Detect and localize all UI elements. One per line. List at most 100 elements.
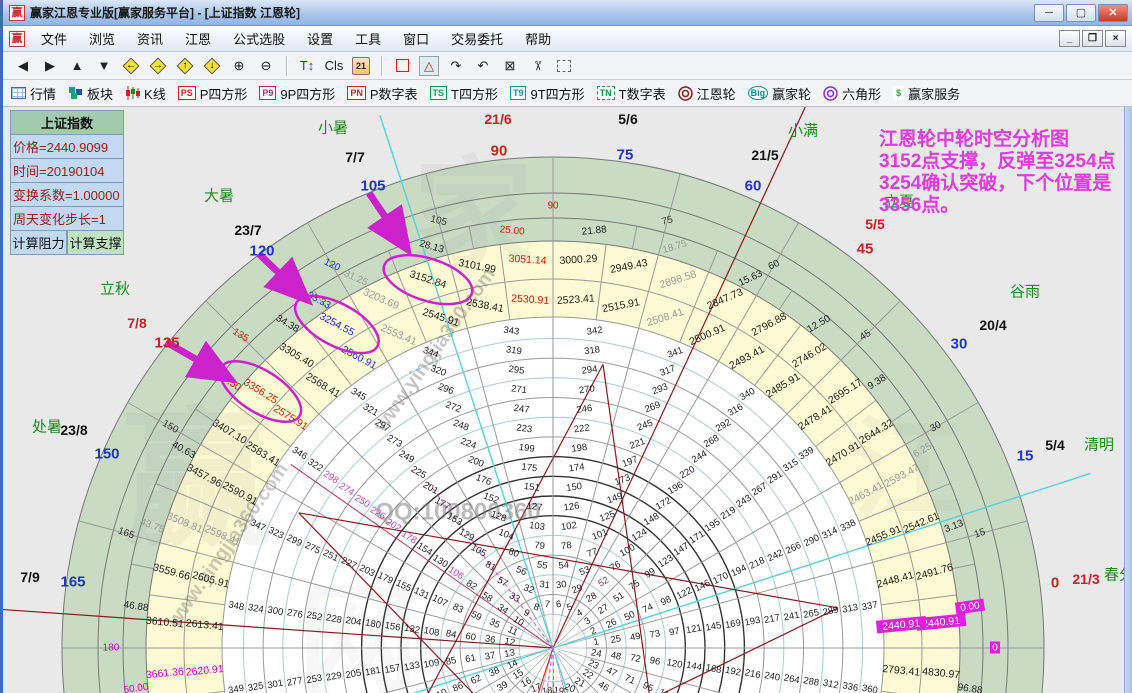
- app-window: 赢 赢家江恩专业版[赢家服务平台] - [上证指数 江恩轮] ─ ▢ ✕ 赢 文…: [0, 0, 1132, 693]
- calc-resistance-button[interactable]: 计算阻力: [10, 231, 67, 255]
- triangle-tool-icon: △: [424, 58, 434, 74]
- 9t-sifangxing-button[interactable]: T99T四方形: [510, 84, 585, 103]
- gann-toolbar: 行情 板块 K线 PS P四方形 P99P四方形 PNP数字表 TST四方形 T99T四方形 TN…: [3, 80, 1132, 107]
- spiral-number: 222: [573, 422, 590, 435]
- p-shuzibiao-button[interactable]: PNP数字表: [347, 84, 417, 103]
- date-label: 5/4: [1045, 437, 1065, 453]
- arc-cw-button[interactable]: ↷: [446, 56, 466, 76]
- calendar-21-button[interactable]: 21: [351, 56, 371, 76]
- spiral-number: 175: [521, 461, 538, 474]
- yingjiafuwu-button[interactable]: $赢家服务: [893, 84, 960, 103]
- spiral-number: 151: [523, 481, 540, 494]
- spiral-number: 198: [571, 442, 588, 455]
- zoom-in-button[interactable]: ⊕: [229, 56, 249, 76]
- date-label: 21/3: [1072, 571, 1099, 587]
- menu-窗口[interactable]: 窗口: [392, 25, 440, 52]
- 9p-sifangxing-icon: P9: [259, 86, 276, 100]
- menu-资讯[interactable]: 资讯: [126, 25, 174, 52]
- nav-back-button[interactable]: ◀: [13, 56, 33, 76]
- menu-交易委托[interactable]: 交易委托: [440, 25, 514, 52]
- main-toolbar: ◀ ▶ ▲ ▼ ← → ↑ ↓ ⊕ ⊖ T↕ Cls 21 △ ↷ ↶ ⊠ ✂: [3, 52, 1132, 80]
- spiral-number: 270: [578, 383, 595, 396]
- 9t-sifangxing-label: 9T四方形: [530, 84, 584, 103]
- p-sifangxing-button[interactable]: PS P四方形: [178, 84, 248, 103]
- solar-term-label: 立秋: [100, 281, 130, 298]
- nav-up-icon: ▲: [71, 58, 84, 73]
- annotation-line: 3152点支撑，反弹至3254点: [879, 151, 1132, 173]
- crosshair-button[interactable]: ✂: [527, 56, 547, 76]
- diamond-down-button[interactable]: ↓: [202, 56, 222, 76]
- zoom-out-button[interactable]: ⊖: [256, 56, 276, 76]
- spiral-number: 342: [586, 325, 603, 338]
- close-button[interactable]: ✕: [1098, 4, 1128, 22]
- analysis-annotation: 江恩轮中轮时空分析图3152点支撑，反弹至3254点3254确认突破，下个位置是…: [879, 129, 1132, 217]
- maximize-button[interactable]: ▢: [1066, 4, 1096, 22]
- menu-logo-icon: 赢: [9, 31, 25, 47]
- panel-row: 价格=2440.9099: [10, 135, 124, 159]
- nav-up-button[interactable]: ▲: [67, 56, 87, 76]
- diamond-right-button[interactable]: →: [148, 56, 168, 76]
- menu-文件[interactable]: 文件: [30, 25, 78, 52]
- nav-forward-button[interactable]: ▶: [40, 56, 60, 76]
- bankuai-button[interactable]: 板块: [68, 84, 113, 103]
- degree-label: 0: [1051, 575, 1059, 592]
- 9p-sifangxing-button[interactable]: P99P四方形: [259, 84, 335, 103]
- hangqing-button[interactable]: 行情: [11, 84, 56, 103]
- nav-down-button[interactable]: ▼: [94, 56, 114, 76]
- calc-support-button[interactable]: 计算支撑: [67, 231, 124, 255]
- mdi-close-button[interactable]: ×: [1105, 30, 1126, 47]
- menu-浏览[interactable]: 浏览: [78, 25, 126, 52]
- zoom-in-icon: ⊕: [234, 58, 245, 74]
- spiral-number: 55: [536, 559, 548, 571]
- p-sifangxing-icon: PS: [178, 86, 196, 100]
- p-shuzibiao-label: P数字表: [370, 84, 418, 103]
- spiral-number: 360: [861, 683, 879, 693]
- window-title: 赢家江恩专业版[赢家服务平台] - [上证指数 江恩轮]: [30, 4, 1034, 21]
- spiral-number: 24: [590, 647, 602, 660]
- triangle-tool-button[interactable]: △: [419, 56, 439, 76]
- yingjialun-button[interactable]: Big赢家轮: [748, 84, 812, 103]
- select-box-button[interactable]: [554, 56, 574, 76]
- cls-button[interactable]: Cls: [324, 56, 344, 76]
- jiangenlun-button[interactable]: 江恩轮: [678, 84, 736, 103]
- t-sifangxing-button[interactable]: TST四方形: [430, 84, 498, 103]
- menu-工具[interactable]: 工具: [344, 25, 392, 52]
- spiral-number: 199: [518, 442, 535, 455]
- time-axis-button[interactable]: T↕: [297, 56, 317, 76]
- diamond-up-button[interactable]: ↑: [175, 56, 195, 76]
- degree-label: 150: [94, 446, 119, 463]
- mdi-minimize-button[interactable]: _: [1059, 30, 1080, 47]
- menu-江恩[interactable]: 江恩: [174, 25, 222, 52]
- liujiaoxing-button[interactable]: 六角形: [823, 84, 881, 103]
- kxian-button[interactable]: K线: [125, 84, 166, 103]
- solar-term-label: 小满: [788, 123, 818, 140]
- menu-帮助[interactable]: 帮助: [514, 25, 562, 52]
- spiral-number: 102: [560, 520, 577, 533]
- time-axis-icon: T↕: [300, 58, 314, 73]
- outer-price-label: 3051.14: [508, 253, 547, 267]
- cls-icon: Cls: [325, 58, 344, 73]
- bankuai-label: 板块: [87, 84, 113, 103]
- symbol-title: 上证指数: [10, 110, 124, 135]
- box-x-button[interactable]: ⊠: [500, 56, 520, 76]
- solar-term-label: 大暑: [204, 188, 234, 205]
- square-tool-button[interactable]: [392, 56, 412, 76]
- spiral-number: 78: [560, 540, 572, 552]
- date-label: 21/5: [751, 147, 778, 163]
- menu-公式选股[interactable]: 公式选股: [222, 25, 296, 52]
- 9t-sifangxing-icon: T9: [510, 86, 527, 100]
- square-icon: [396, 59, 409, 72]
- t-shuzibiao-button[interactable]: TNT数字表: [597, 84, 666, 103]
- degree-ring-label: 90: [547, 201, 559, 212]
- diamond-left-button[interactable]: ←: [121, 56, 141, 76]
- p-sifangxing-label: P四方形: [200, 84, 248, 103]
- spiral-number: 247: [513, 403, 530, 416]
- mdi-restore-button[interactable]: ❐: [1082, 30, 1103, 47]
- spiral-number: 12: [503, 636, 515, 649]
- spiral-number: 36: [484, 633, 496, 646]
- date-label: 7/8: [127, 315, 147, 331]
- menu-设置[interactable]: 设置: [296, 25, 344, 52]
- spiral-number: 295: [508, 364, 525, 377]
- minimize-button[interactable]: ─: [1034, 4, 1064, 22]
- arc-ccw-button[interactable]: ↶: [473, 56, 493, 76]
